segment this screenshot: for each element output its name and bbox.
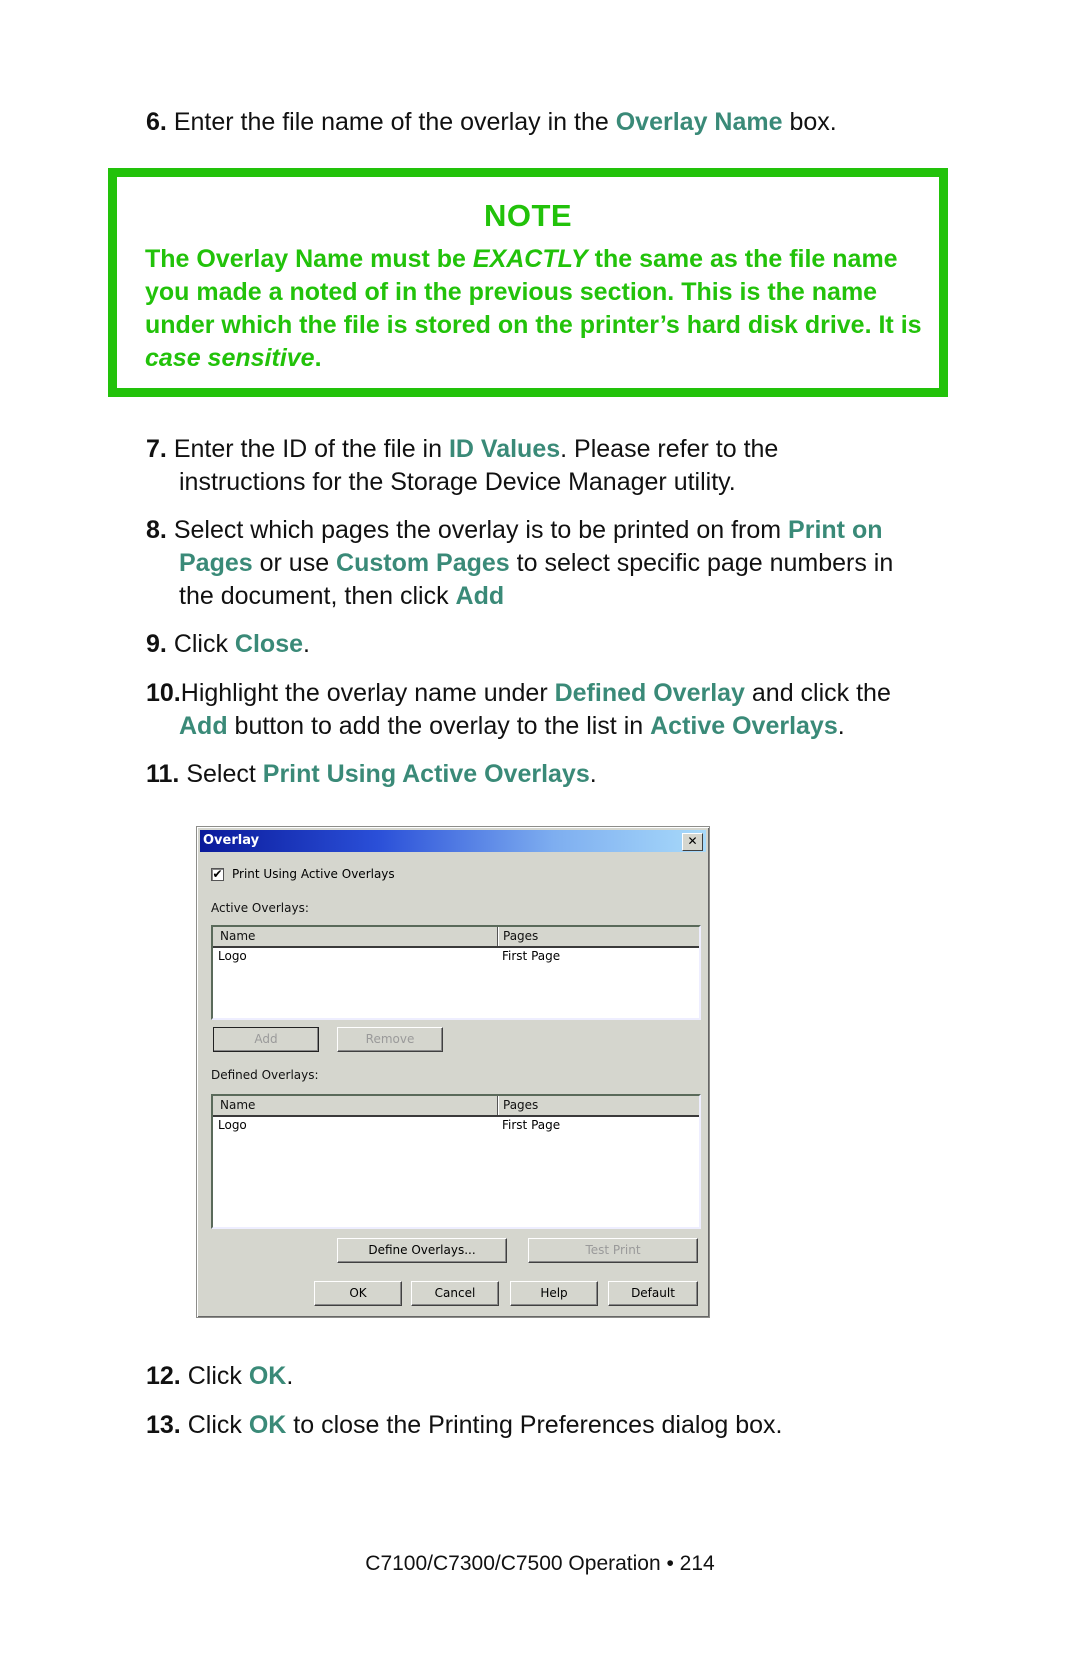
step-text: and click the bbox=[744, 679, 891, 707]
step-text: . bbox=[837, 712, 845, 740]
define-overlays-button[interactable]: Define Overlays... bbox=[337, 1238, 507, 1263]
step-number: 10. bbox=[146, 679, 181, 707]
step-line: Add button to add the overlay to the lis… bbox=[146, 710, 966, 743]
step-text: Highlight the overlay name under bbox=[180, 679, 555, 707]
step-number: 13. bbox=[146, 1411, 181, 1439]
step-text: Select bbox=[186, 760, 263, 788]
column-header-name[interactable]: Name bbox=[220, 929, 255, 943]
column-header-pages[interactable]: Pages bbox=[503, 929, 538, 943]
list-header: Name Pages bbox=[213, 1096, 699, 1117]
ui-term: OK bbox=[248, 1411, 287, 1439]
step-text: Click bbox=[187, 1411, 249, 1439]
step-line: Pages or use Custom Pages to select spec… bbox=[146, 547, 966, 580]
active-overlays-label: Active Overlays: bbox=[211, 901, 309, 915]
cancel-button[interactable]: Cancel bbox=[411, 1281, 499, 1306]
note-text: . bbox=[314, 344, 322, 372]
note-title: NOTE bbox=[483, 198, 573, 233]
ui-term: Print Using Active Overlays bbox=[262, 760, 590, 788]
step-text: button to add the overlay to the list in bbox=[227, 712, 651, 740]
note-body: The Overlay Name must be EXACTLY the sam… bbox=[145, 243, 925, 375]
step-number: 12. bbox=[146, 1362, 181, 1390]
step-number: 11. bbox=[146, 760, 180, 788]
ui-term: Defined Overlay bbox=[554, 679, 745, 707]
step-text: . bbox=[286, 1362, 294, 1390]
defined-overlays-list[interactable]: Name Pages Logo First Page bbox=[211, 1094, 701, 1229]
ui-term: Close bbox=[234, 630, 304, 658]
ui-term: Overlay Name bbox=[615, 108, 783, 136]
step-text: Click bbox=[173, 630, 235, 658]
step-line: the document, then click Add bbox=[146, 580, 966, 613]
step-7: 7. Enter the ID of the file in ID Values… bbox=[146, 433, 966, 499]
step-number: 8. bbox=[146, 516, 167, 544]
step-text: . Please refer to the bbox=[560, 435, 779, 463]
ui-term: Print on bbox=[788, 516, 883, 544]
help-button[interactable]: Help bbox=[510, 1281, 598, 1306]
step-number: 9. bbox=[146, 630, 167, 658]
overlay-pages: First Page bbox=[502, 949, 561, 963]
note-emphasis: EXACTLY bbox=[472, 245, 588, 273]
note-text: The Overlay Name must be bbox=[145, 245, 473, 273]
overlay-dialog: Overlay ✕ ✔ Print Using Active Overlays … bbox=[196, 826, 710, 1318]
step-text: to select specific page numbers in bbox=[509, 549, 894, 577]
default-button[interactable]: Default bbox=[608, 1281, 698, 1306]
step-8: 8. Select which pages the overlay is to … bbox=[146, 514, 966, 613]
column-divider[interactable] bbox=[497, 1096, 499, 1115]
close-button[interactable]: ✕ bbox=[682, 833, 703, 851]
remove-button[interactable]: Remove bbox=[337, 1027, 443, 1052]
step-text: Select which pages the overlay is to be … bbox=[173, 516, 789, 544]
active-overlays-list[interactable]: Name Pages Logo First Page bbox=[211, 925, 701, 1020]
ui-term: ID Values bbox=[448, 435, 561, 463]
step-text: to close the Printing Preferences dialog… bbox=[286, 1411, 783, 1439]
close-icon: ✕ bbox=[687, 834, 698, 848]
ui-term: Add bbox=[455, 582, 505, 610]
overlay-name: Logo bbox=[218, 1118, 247, 1132]
ui-term: OK bbox=[248, 1362, 287, 1390]
ok-button[interactable]: OK bbox=[314, 1281, 402, 1306]
step-text: Click bbox=[187, 1362, 249, 1390]
step-text: . bbox=[589, 760, 597, 788]
step-text: instructions for the Storage Device Mana… bbox=[179, 468, 736, 496]
ui-term: Active Overlays bbox=[650, 712, 838, 740]
step-text: Enter the file name of the overlay in th… bbox=[173, 108, 616, 136]
step-12: 12. Click OK. bbox=[146, 1360, 966, 1393]
overlay-pages: First Page bbox=[502, 1118, 561, 1132]
print-using-active-overlays-checkbox[interactable]: ✔ Print Using Active Overlays bbox=[211, 867, 395, 881]
column-header-name[interactable]: Name bbox=[220, 1098, 255, 1112]
step-6: 6. Enter the file name of the overlay in… bbox=[146, 106, 966, 139]
add-button[interactable]: Add bbox=[213, 1027, 319, 1052]
list-header: Name Pages bbox=[213, 927, 699, 948]
step-text: box. bbox=[782, 108, 837, 136]
note-emphasis: case sensitive bbox=[145, 344, 315, 372]
step-13: 13. Click OK to close the Printing Prefe… bbox=[146, 1409, 966, 1442]
ui-term: Add bbox=[179, 712, 228, 740]
step-text: or use bbox=[252, 549, 337, 577]
step-number: 7. bbox=[146, 435, 167, 463]
overlay-name: Logo bbox=[218, 949, 247, 963]
column-divider[interactable] bbox=[497, 927, 499, 946]
step-number: 6. bbox=[146, 108, 167, 136]
defined-overlays-label: Defined Overlays: bbox=[211, 1068, 319, 1082]
dialog-titlebar[interactable]: Overlay ✕ bbox=[200, 830, 706, 852]
step-11: 11. Select Print Using Active Overlays. bbox=[146, 758, 966, 791]
checkbox-label: Print Using Active Overlays bbox=[232, 867, 395, 881]
step-text: the document, then click bbox=[179, 582, 456, 610]
ui-term: Pages bbox=[179, 549, 253, 577]
test-print-button[interactable]: Test Print bbox=[528, 1238, 698, 1263]
step-9: 9. Click Close. bbox=[146, 628, 966, 661]
dialog-title: Overlay bbox=[203, 833, 260, 848]
step-text: . bbox=[303, 630, 310, 658]
checkmark-icon: ✔ bbox=[212, 866, 223, 881]
step-10: 10.Highlight the overlay name under Defi… bbox=[146, 677, 966, 743]
checkbox-box[interactable]: ✔ bbox=[211, 866, 224, 881]
ui-term: Custom Pages bbox=[336, 549, 510, 577]
column-header-pages[interactable]: Pages bbox=[503, 1098, 538, 1112]
note-box: NOTE The Overlay Name must be EXACTLY th… bbox=[108, 168, 948, 397]
page-footer: C7100/C7300/C7500 Operation • 214 bbox=[365, 1552, 715, 1575]
step-text: Enter the ID of the file in bbox=[173, 435, 449, 463]
